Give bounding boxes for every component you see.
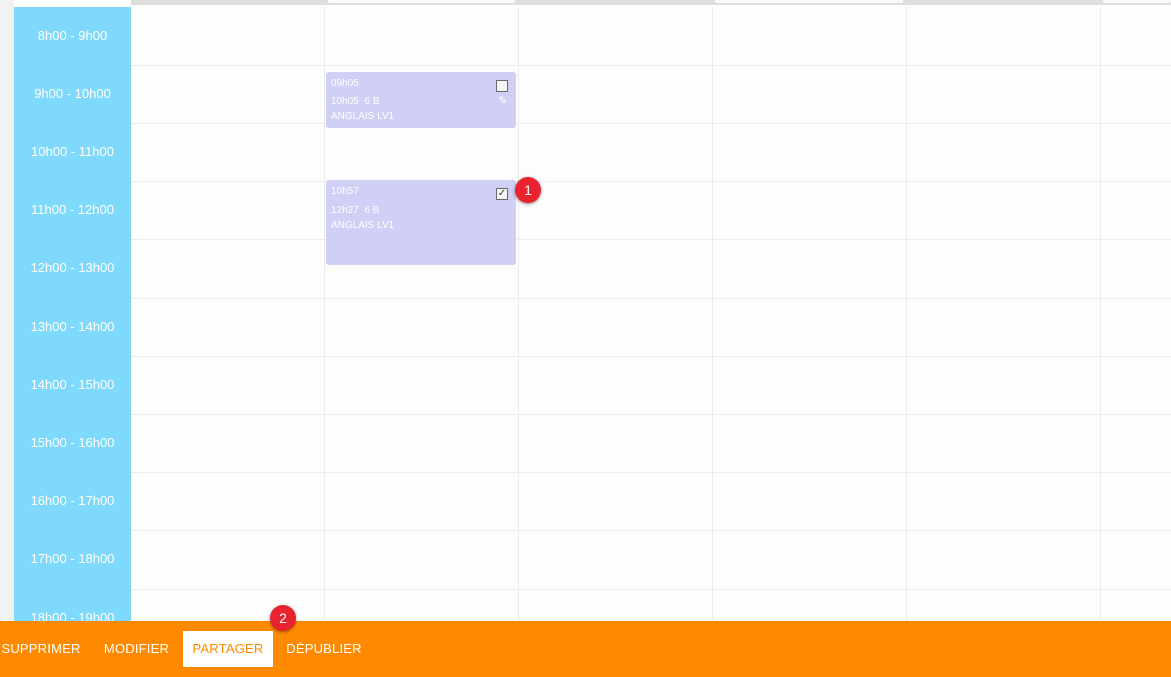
- event-end-class: 10h05 6 B: [331, 95, 379, 109]
- time-slot-label: 16h00 - 17h00: [30, 493, 115, 508]
- calendar-event[interactable]: 10h57 12h27 6 B ANGLAIS LV1 ✓: [326, 180, 516, 265]
- day-header-tab[interactable]: [715, 0, 903, 3]
- event-start-time: 09h05: [331, 78, 359, 89]
- hour-row-divider: [131, 239, 1171, 240]
- time-slot-label: 18h00 - 19h00: [30, 610, 115, 621]
- day-column-divider: [906, 7, 907, 621]
- time-slot-column: 8h00 - 9h00 9h00 - 10h00 10h00 - 11h00 1…: [14, 7, 131, 621]
- step-badge-2: 2: [270, 605, 296, 631]
- time-slot-label: 15h00 - 16h00: [30, 435, 115, 450]
- time-slot-label: 11h00 - 12h00: [31, 202, 114, 217]
- hour-row-divider: [131, 472, 1171, 473]
- time-slot-label: 17h00 - 18h00: [30, 551, 115, 566]
- day-header-tab[interactable]: [328, 0, 515, 3]
- depublier-button[interactable]: DÉPUBLIER: [283, 631, 365, 667]
- day-column-divider: [1100, 7, 1101, 621]
- hour-row-divider: [131, 356, 1171, 357]
- hour-row-divider: [131, 414, 1171, 415]
- calendar-grid[interactable]: [131, 7, 1171, 621]
- supprimer-button[interactable]: SUPPRIMER: [0, 631, 82, 667]
- event-select-checkbox[interactable]: ✓: [496, 188, 508, 200]
- action-toolbar: SUPPRIMER MODIFIER PARTAGER DÉPUBLIER: [0, 621, 1171, 677]
- day-column-divider: [712, 7, 713, 621]
- day-header-tab[interactable]: [1103, 0, 1171, 3]
- hour-row-divider: [131, 298, 1171, 299]
- hour-row-divider: [131, 65, 1171, 66]
- hour-row-divider: [131, 181, 1171, 182]
- hour-row-divider: [131, 530, 1171, 531]
- event-class: 6 B: [364, 205, 380, 216]
- time-slot-label: 10h00 - 11h00: [31, 144, 114, 159]
- hour-row-divider: [131, 123, 1171, 124]
- hour-row-divider: [131, 589, 1171, 590]
- day-column-divider: [324, 7, 325, 621]
- time-slot-label: 8h00 - 9h00: [37, 28, 108, 43]
- step-badge-1: 1: [515, 177, 541, 203]
- event-end-class: 12h27 6 B: [331, 204, 379, 218]
- partager-button[interactable]: PARTAGER: [183, 631, 273, 667]
- time-slot-label: 13h00 - 14h00: [30, 319, 115, 334]
- calendar-event[interactable]: 09h05 10h05 6 B ANGLAIS LV1 ✎: [326, 72, 516, 128]
- modifier-button[interactable]: MODIFIER: [100, 631, 173, 667]
- time-slot-label: 9h00 - 10h00: [34, 86, 111, 101]
- event-end-time: 10h05: [331, 96, 359, 107]
- event-end-time: 12h27: [331, 205, 359, 216]
- event-class: 6 B: [364, 96, 380, 107]
- event-subject: ANGLAIS LV1: [331, 111, 395, 122]
- day-header-bar: [131, 0, 1171, 5]
- pencil-icon[interactable]: ✎: [498, 96, 507, 107]
- time-slot-label: 14h00 - 15h00: [30, 377, 115, 392]
- left-edge-strip: [0, 0, 14, 621]
- event-start-time: 10h57: [331, 186, 359, 197]
- event-subject: ANGLAIS LV1: [331, 220, 395, 231]
- event-select-checkbox[interactable]: [496, 80, 508, 92]
- day-column-divider: [518, 7, 519, 621]
- time-slot-label: 12h00 - 13h00: [30, 260, 115, 275]
